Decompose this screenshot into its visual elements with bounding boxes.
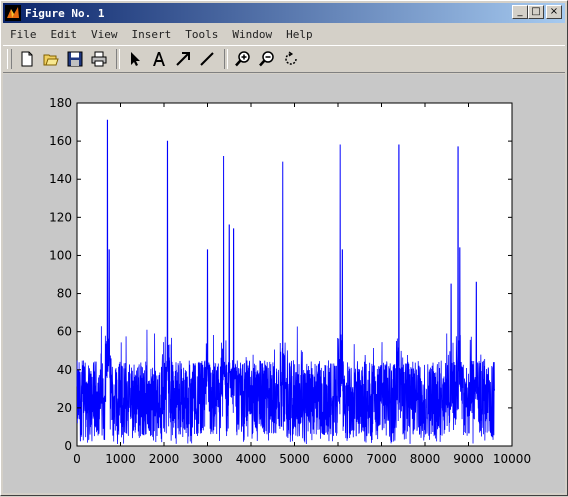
y-tick-label: 40 xyxy=(57,363,72,377)
save-icon[interactable] xyxy=(64,48,86,70)
x-tick-label: 1000 xyxy=(105,452,136,466)
x-tick-label: 3000 xyxy=(192,452,223,466)
select-arrow-icon[interactable] xyxy=(124,48,146,70)
x-tick-label: 4000 xyxy=(236,452,267,466)
y-tick-label: 140 xyxy=(49,172,72,186)
x-tick-label: 9000 xyxy=(453,452,484,466)
menu-tools[interactable]: Tools xyxy=(178,28,225,41)
toolbar-separator xyxy=(224,49,228,69)
y-tick-label: 120 xyxy=(49,210,72,224)
menu-insert[interactable]: Insert xyxy=(125,28,179,41)
x-tick-label: 5000 xyxy=(279,452,310,466)
y-tick-label: 160 xyxy=(49,134,72,148)
figure-toolbar xyxy=(3,45,565,73)
matlab-icon xyxy=(5,5,21,21)
maximize-button[interactable]: □ xyxy=(528,5,544,19)
minimize-button[interactable]: _ xyxy=(512,5,528,19)
insert-text-icon[interactable] xyxy=(148,48,170,70)
y-tick-label: 60 xyxy=(57,325,72,339)
rotate-3d-icon[interactable] xyxy=(280,48,302,70)
insert-line-icon[interactable] xyxy=(196,48,218,70)
zoom-in-icon[interactable] xyxy=(232,48,254,70)
x-tick-label: 2000 xyxy=(149,452,180,466)
window-title: Figure No. 1 xyxy=(25,6,105,20)
toolbar-separator xyxy=(116,49,120,69)
plot-area[interactable]: 0 1000 2000 3000 4000 5000 6000 7000 8000 9000 100… xyxy=(3,74,565,493)
menu-view[interactable]: View xyxy=(84,28,125,41)
y-tick-label: 100 xyxy=(49,248,72,262)
y-tick-label: 20 xyxy=(57,401,72,415)
figure-window: Figure No. 1 _ □ × File Edit View Insert… xyxy=(0,0,568,496)
menu-bar: File Edit View Insert Tools Window Help xyxy=(3,25,565,43)
insert-arrow-icon[interactable] xyxy=(172,48,194,70)
zoom-out-icon[interactable] xyxy=(256,48,278,70)
open-file-icon[interactable] xyxy=(40,48,62,70)
print-icon[interactable] xyxy=(88,48,110,70)
title-bar[interactable]: Figure No. 1 _ □ × xyxy=(3,3,565,23)
menu-edit[interactable]: Edit xyxy=(44,28,85,41)
toolbar-grip[interactable] xyxy=(7,49,12,69)
figure-canvas: 0 1000 2000 3000 4000 5000 6000 7000 8000 9000 100… xyxy=(3,74,565,493)
x-tick-label: 8000 xyxy=(410,452,441,466)
x-tick-label: 0 xyxy=(73,452,81,466)
y-tick-label: 0 xyxy=(64,439,72,453)
window-controls: _ □ × xyxy=(512,5,562,19)
menu-help[interactable]: Help xyxy=(279,28,320,41)
menu-file[interactable]: File xyxy=(3,28,44,41)
y-tick-label: 80 xyxy=(57,287,72,301)
x-tick-label: 7000 xyxy=(366,452,397,466)
y-tick-label: 180 xyxy=(49,96,72,110)
new-figure-icon[interactable] xyxy=(16,48,38,70)
menu-window[interactable]: Window xyxy=(225,28,279,41)
close-button[interactable]: × xyxy=(546,5,562,19)
x-tick-label: 6000 xyxy=(323,452,354,466)
x-tick-label: 10000 xyxy=(493,452,531,466)
